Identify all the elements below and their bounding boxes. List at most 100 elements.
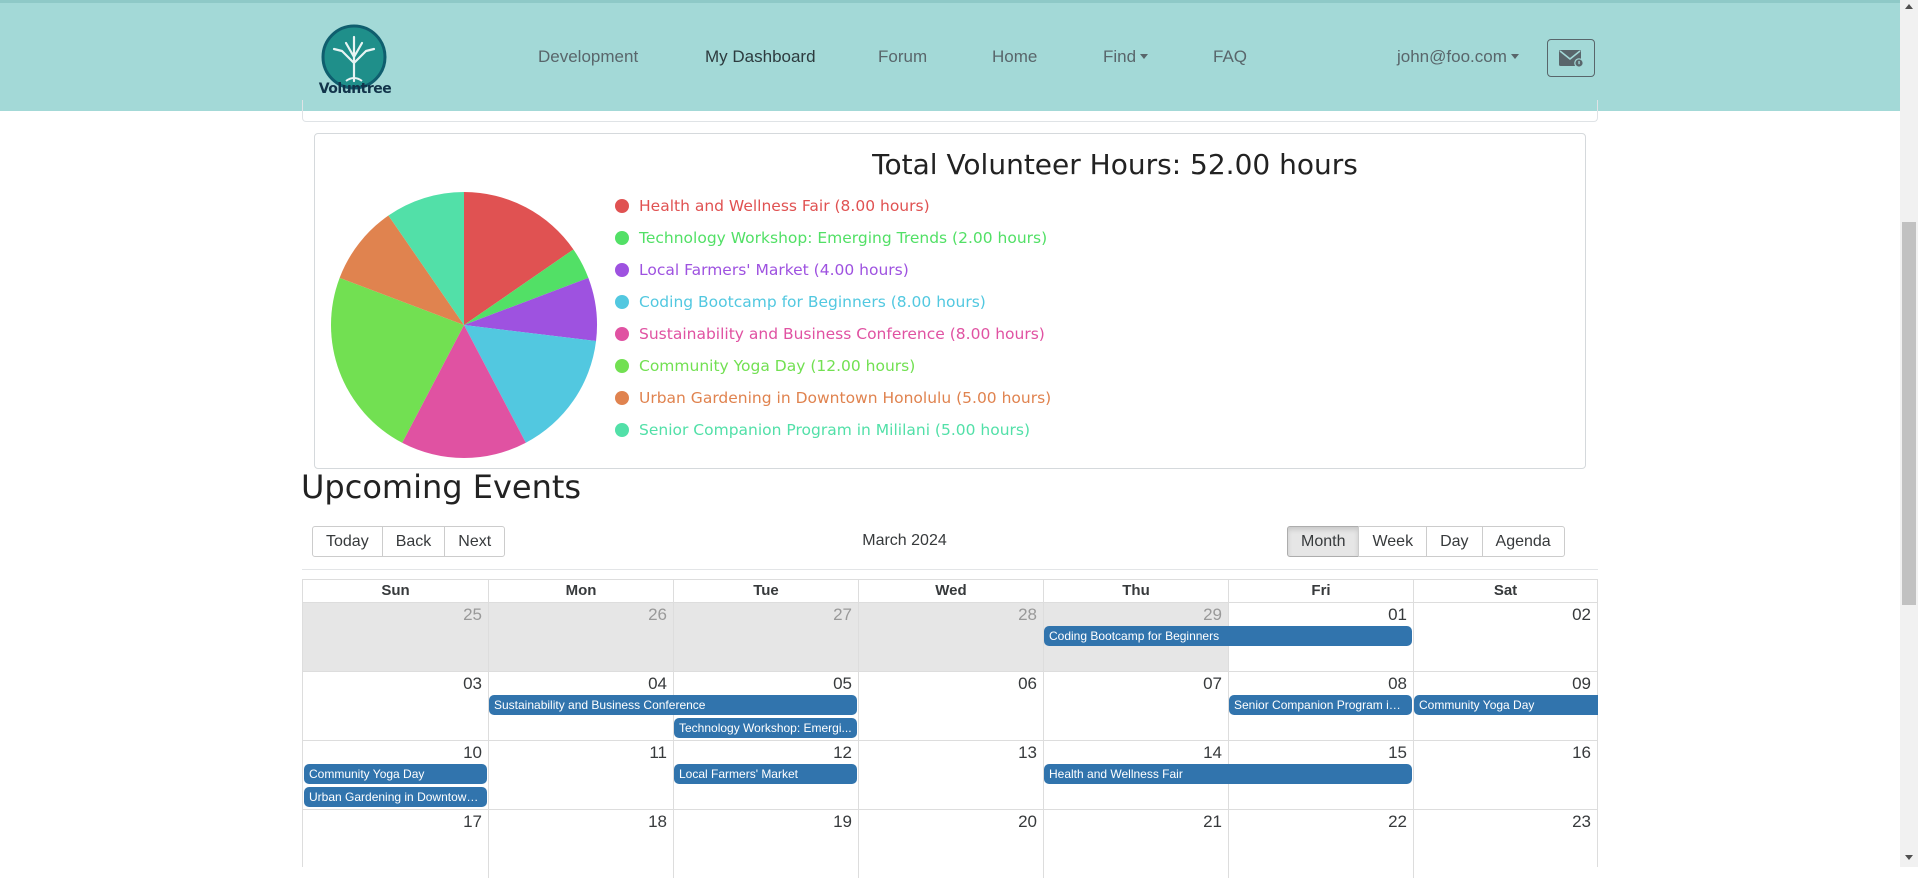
day-number[interactable]: 16 <box>1572 743 1591 763</box>
today-button[interactable]: Today <box>312 526 383 557</box>
user-menu-dropdown[interactable]: john@foo.com <box>1397 47 1519 67</box>
calendar-event[interactable]: Urban Gardening in Downtown ... <box>304 787 487 807</box>
day-number[interactable]: 09 <box>1572 674 1591 694</box>
day-number[interactable]: 22 <box>1388 812 1407 832</box>
navbar: Voluntree Development My Dashboard Forum… <box>0 0 1900 111</box>
next-button[interactable]: Next <box>444 526 506 557</box>
scroll-up-arrow-icon[interactable] <box>1905 4 1913 9</box>
legend-dot-icon <box>615 263 629 277</box>
calendar-day-cell[interactable]: 16 <box>1413 740 1597 809</box>
day-number[interactable]: 29 <box>1203 605 1222 625</box>
legend-dot-icon <box>615 423 629 437</box>
day-number[interactable]: 26 <box>648 605 667 625</box>
day-number[interactable]: 10 <box>463 743 482 763</box>
calendar-day-cell[interactable]: 13 <box>858 740 1043 809</box>
calendar-day-cell[interactable]: 22 <box>1228 809 1413 878</box>
calendar-day-cell[interactable]: 23 <box>1413 809 1597 878</box>
legend-label: Health and Wellness Fair (8.00 hours) <box>639 197 930 215</box>
calendar-event[interactable]: Senior Companion Program in ... <box>1229 695 1412 715</box>
toolbar-divider <box>302 569 1598 570</box>
month-view-button[interactable]: Month <box>1287 526 1360 557</box>
nav-link-forum[interactable]: Forum <box>878 47 927 67</box>
day-number[interactable]: 06 <box>1018 674 1037 694</box>
week-view-button[interactable]: Week <box>1358 526 1428 557</box>
calendar-day-cell[interactable]: 07 <box>1043 671 1228 740</box>
day-number[interactable]: 05 <box>833 674 852 694</box>
weekday-header: Fri <box>1228 580 1413 602</box>
legend-label: Senior Companion Program in Mililani (5.… <box>639 421 1031 439</box>
calendar-day-cell[interactable]: 21 <box>1043 809 1228 878</box>
calendar-nav-buttons: Today Back Next <box>312 526 506 557</box>
calendar-day-cell[interactable]: 19 <box>673 809 858 878</box>
calendar-event[interactable]: Technology Workshop: Emergi... <box>674 718 857 738</box>
volunteer-hours-card: Total Volunteer Hours: 52.00 hours Healt… <box>314 133 1586 469</box>
scrollbar-thumb[interactable] <box>1902 222 1916 605</box>
calendar-day-cell[interactable]: 18 <box>488 809 673 878</box>
envelope-icon <box>1559 50 1584 68</box>
day-number[interactable]: 21 <box>1203 812 1222 832</box>
nav-link-faq[interactable]: FAQ <box>1213 47 1247 67</box>
messages-button[interactable] <box>1547 39 1595 77</box>
calendar-day-cell[interactable]: 28 <box>858 602 1043 671</box>
caret-down-icon <box>1510 54 1519 59</box>
legend-dot-icon <box>615 295 629 309</box>
nav-link-development[interactable]: Development <box>538 47 638 67</box>
nav-dropdown-find-label: Find <box>1103 47 1137 66</box>
day-number[interactable]: 08 <box>1388 674 1407 694</box>
calendar-day-cell[interactable]: 17 <box>303 809 488 878</box>
legend-dot-icon <box>615 359 629 373</box>
scroll-down-arrow-icon[interactable] <box>1905 855 1913 860</box>
calendar-day-cell[interactable]: 11 <box>488 740 673 809</box>
user-email: john@foo.com <box>1397 47 1507 66</box>
legend-label: Sustainability and Business Conference (… <box>639 325 1045 343</box>
day-number[interactable]: 17 <box>463 812 482 832</box>
weekday-header: Sat <box>1413 580 1597 602</box>
day-number[interactable]: 03 <box>463 674 482 694</box>
day-number[interactable]: 19 <box>833 812 852 832</box>
day-number[interactable]: 25 <box>463 605 482 625</box>
day-number[interactable]: 12 <box>833 743 852 763</box>
nav-link-my-dashboard[interactable]: My Dashboard <box>705 47 816 67</box>
day-number[interactable]: 13 <box>1018 743 1037 763</box>
calendar-day-cell[interactable]: 06 <box>858 671 1043 740</box>
weekday-header: Tue <box>673 580 858 602</box>
nav-link-home[interactable]: Home <box>992 47 1037 67</box>
day-view-button[interactable]: Day <box>1426 526 1483 557</box>
day-number[interactable]: 18 <box>648 812 667 832</box>
nav-dropdown-find[interactable]: Find <box>1103 47 1149 67</box>
day-number[interactable]: 27 <box>833 605 852 625</box>
calendar-day-cell[interactable]: 03 <box>303 671 488 740</box>
back-button[interactable]: Back <box>381 526 446 557</box>
weekday-header: Sun <box>381 582 410 599</box>
legend-label: Local Farmers' Market (4.00 hours) <box>639 261 909 279</box>
day-number[interactable]: 14 <box>1203 743 1222 763</box>
day-number[interactable]: 01 <box>1388 605 1407 625</box>
month-calendar-grid: Sun Mon Tue Wed Thu Fri Sat 25 26 27 28 29 01 02 03 04 0… <box>302 579 1598 878</box>
calendar-event[interactable]: Health and Wellness Fair <box>1044 764 1412 784</box>
calendar-day-cell[interactable]: 25 <box>303 602 488 671</box>
day-number[interactable]: 20 <box>1018 812 1037 832</box>
legend-dot-icon <box>615 231 629 245</box>
calendar-day-cell[interactable]: 26 <box>488 602 673 671</box>
day-number[interactable]: 28 <box>1018 605 1037 625</box>
day-number[interactable]: 02 <box>1572 605 1591 625</box>
calendar-event[interactable]: Community Yoga Day <box>304 764 487 784</box>
day-number[interactable]: 15 <box>1388 743 1407 763</box>
day-number[interactable]: 11 <box>649 743 667 763</box>
volunteer-hours-pie-chart <box>331 192 597 458</box>
legend-dot-icon <box>615 327 629 341</box>
calendar-day-cell[interactable]: 02 <box>1413 602 1597 671</box>
page-scrollbar[interactable] <box>1900 0 1918 867</box>
calendar-event[interactable]: Community Yoga Day <box>1414 695 1598 715</box>
calendar-day-cell[interactable]: 27 <box>673 602 858 671</box>
weekday-header: Thu <box>1043 580 1228 602</box>
agenda-view-button[interactable]: Agenda <box>1481 526 1565 557</box>
calendar-event[interactable]: Local Farmers' Market <box>674 764 857 784</box>
calendar-event[interactable]: Sustainability and Business Conference <box>489 695 857 715</box>
day-number[interactable]: 07 <box>1203 674 1222 694</box>
legend-dot-icon <box>615 391 629 405</box>
calendar-event[interactable]: Coding Bootcamp for Beginners <box>1044 626 1412 646</box>
day-number[interactable]: 04 <box>648 674 667 694</box>
calendar-day-cell[interactable]: 20 <box>858 809 1043 878</box>
day-number[interactable]: 23 <box>1572 812 1591 832</box>
